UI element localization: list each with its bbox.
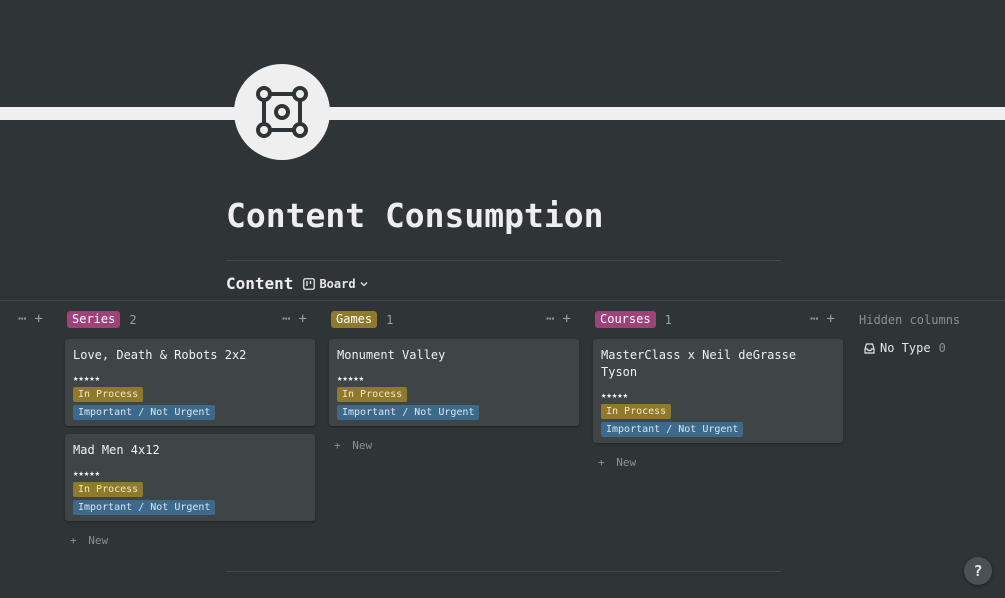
- add-icon[interactable]: +: [562, 311, 570, 327]
- status-badge: In Process: [73, 482, 144, 497]
- column-count: 1: [386, 312, 394, 327]
- plus-icon: +: [70, 534, 77, 547]
- new-card-button[interactable]: + New: [334, 439, 372, 452]
- card-title: Love, Death & Robots 2x2: [73, 348, 247, 362]
- hidden-column-no-type[interactable]: No Type 0: [864, 341, 946, 355]
- column-count: 1: [664, 312, 672, 327]
- card-rating: ★★★★★: [601, 391, 629, 401]
- column-header-courses[interactable]: Courses 1: [595, 311, 672, 328]
- board-view-icon: [303, 277, 316, 290]
- board-card[interactable]: Monument Valley ★★★★★ In Process Importa…: [329, 339, 579, 426]
- column-actions-nogroup: ⋯ +: [10, 311, 43, 327]
- column-actions-games: ⋯ +: [538, 311, 571, 327]
- four-points-square-icon: [256, 86, 308, 138]
- hidden-column-name: No Type: [880, 341, 931, 355]
- priority-badge: Important / Not Urgent: [337, 405, 480, 420]
- database-header: Content Board: [226, 274, 368, 293]
- card-rating: ★★★★★: [73, 469, 101, 479]
- view-label: Board: [319, 276, 356, 291]
- divider: [226, 260, 781, 261]
- new-card-button[interactable]: + New: [598, 456, 636, 469]
- database-title[interactable]: Content: [226, 274, 293, 293]
- status-badge: In Process: [601, 404, 672, 419]
- help-button[interactable]: ?: [964, 557, 992, 585]
- column-tag: Games: [331, 311, 378, 328]
- more-icon[interactable]: ⋯: [282, 311, 290, 327]
- card-rating: ★★★★★: [73, 374, 101, 384]
- page-title[interactable]: Content Consumption: [226, 196, 604, 235]
- status-badge: In Process: [337, 387, 408, 402]
- chevron-down-icon: [360, 281, 368, 287]
- view-switcher[interactable]: Board: [303, 276, 368, 291]
- priority-badge: Important / Not Urgent: [73, 405, 216, 420]
- plus-icon: +: [334, 439, 341, 452]
- page-cover[interactable]: [0, 107, 1005, 120]
- column-actions-series: ⋯ +: [274, 311, 307, 327]
- new-label: New: [88, 534, 109, 547]
- new-label: New: [352, 439, 373, 452]
- bottom-divider: [226, 571, 781, 572]
- board-card[interactable]: Mad Men 4x12 ★★★★★ In Process Important …: [65, 434, 315, 521]
- board-card[interactable]: MasterClass x Neil deGrasse Tyson ★★★★★ …: [593, 339, 843, 443]
- inbox-icon: [864, 342, 875, 354]
- priority-badge: Important / Not Urgent: [601, 422, 744, 437]
- more-icon[interactable]: ⋯: [18, 311, 26, 327]
- page-icon[interactable]: [234, 64, 330, 160]
- board-divider: [0, 300, 1005, 301]
- more-icon[interactable]: ⋯: [810, 311, 818, 327]
- add-icon[interactable]: +: [826, 311, 834, 327]
- column-tag: Courses: [595, 311, 656, 328]
- priority-badge: Important / Not Urgent: [73, 500, 216, 515]
- plus-icon: +: [598, 456, 605, 469]
- card-title: Mad Men 4x12: [73, 443, 160, 457]
- card-title: Monument Valley: [337, 348, 446, 362]
- column-header-games[interactable]: Games 1: [331, 311, 393, 328]
- hidden-columns-label: Hidden columns: [859, 313, 961, 327]
- new-label: New: [616, 456, 637, 469]
- card-title: MasterClass x Neil deGrasse Tyson: [601, 348, 797, 379]
- add-icon[interactable]: +: [34, 311, 42, 327]
- column-count: 2: [129, 312, 137, 327]
- board-card[interactable]: Love, Death & Robots 2x2 ★★★★★ In Proces…: [65, 339, 315, 426]
- column-tag: Series: [67, 311, 121, 328]
- column-actions-courses: ⋯ +: [802, 311, 835, 327]
- status-badge: In Process: [73, 387, 144, 402]
- column-header-series[interactable]: Series 2: [67, 311, 137, 328]
- card-rating: ★★★★★: [337, 374, 365, 384]
- more-icon[interactable]: ⋯: [546, 311, 554, 327]
- new-card-button[interactable]: + New: [70, 534, 108, 547]
- hidden-column-count: 0: [938, 341, 946, 355]
- add-icon[interactable]: +: [298, 311, 306, 327]
